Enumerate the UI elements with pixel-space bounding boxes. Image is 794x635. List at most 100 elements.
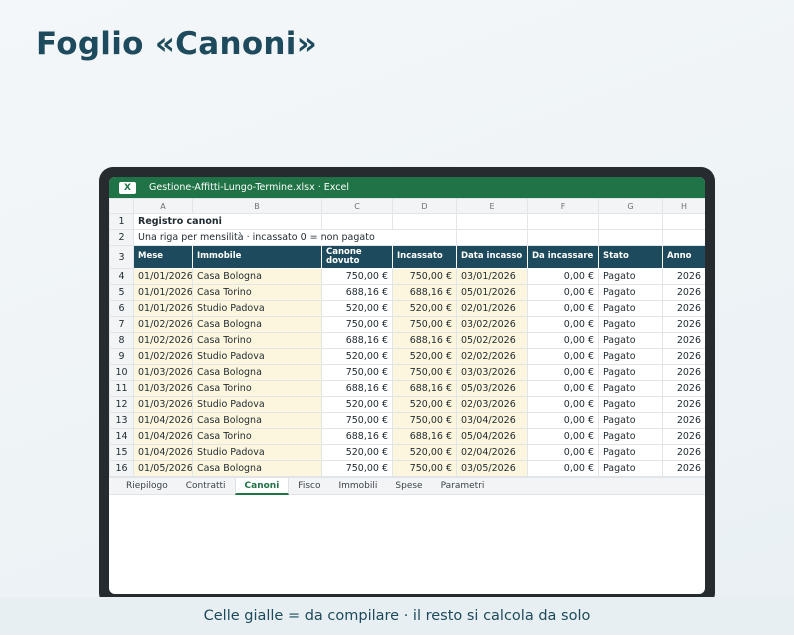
cell-data-incasso[interactable]: 05/04/2026 <box>456 428 528 445</box>
cell-data-incasso[interactable]: 03/03/2026 <box>456 364 528 381</box>
cell-canone-dovuto[interactable]: 520,00 € <box>321 396 393 413</box>
row-number[interactable]: 13 <box>109 412 134 429</box>
cell-mese[interactable]: 01/04/2026 <box>133 412 193 429</box>
cell-mese[interactable]: 01/03/2026 <box>133 380 193 397</box>
cell-stato[interactable]: Pagato <box>598 332 663 349</box>
row-number[interactable]: 7 <box>109 316 134 333</box>
row-number[interactable]: 2 <box>109 229 134 246</box>
cell-canone-dovuto[interactable]: 520,00 € <box>321 348 393 365</box>
cell-mese[interactable]: 01/02/2026 <box>133 332 193 349</box>
cell-data-incasso[interactable]: 05/03/2026 <box>456 380 528 397</box>
cell-incassato[interactable]: 520,00 € <box>392 396 457 413</box>
cell-stato[interactable]: Pagato <box>598 348 663 365</box>
row-number[interactable]: 6 <box>109 300 134 317</box>
cell-da-incassare[interactable]: 0,00 € <box>527 348 599 365</box>
column-header-e[interactable]: E <box>456 198 528 214</box>
cell-data-incasso[interactable]: 02/01/2026 <box>456 300 528 317</box>
row-number[interactable]: 4 <box>109 268 134 285</box>
cell-incassato[interactable]: 750,00 € <box>392 460 457 477</box>
cell[interactable] <box>456 213 528 230</box>
column-header-h[interactable]: H <box>662 198 705 214</box>
cell-anno[interactable]: 2026 <box>662 348 705 365</box>
cell-mese[interactable]: 01/03/2026 <box>133 396 193 413</box>
cell-incassato[interactable]: 688,16 € <box>392 332 457 349</box>
cell-data-incasso[interactable]: 05/01/2026 <box>456 284 528 301</box>
header-canone-dovuto[interactable]: Canone dovuto <box>321 245 393 269</box>
row-number[interactable]: 8 <box>109 332 134 349</box>
cell-incassato[interactable]: 750,00 € <box>392 412 457 429</box>
header-immobile[interactable]: Immobile <box>192 245 322 269</box>
cell-immobile[interactable]: Studio Padova <box>192 444 322 461</box>
cell-stato[interactable]: Pagato <box>598 396 663 413</box>
cell-da-incassare[interactable]: 0,00 € <box>527 460 599 477</box>
cell-da-incassare[interactable]: 0,00 € <box>527 444 599 461</box>
cell-data-incasso[interactable]: 02/02/2026 <box>456 348 528 365</box>
tab-contratti[interactable]: Contratti <box>177 478 235 494</box>
cell[interactable] <box>392 213 457 230</box>
column-header-c[interactable]: C <box>321 198 393 214</box>
cell[interactable] <box>456 229 528 246</box>
cell[interactable] <box>598 213 663 230</box>
cell-canone-dovuto[interactable]: 750,00 € <box>321 316 393 333</box>
cell-anno[interactable]: 2026 <box>662 316 705 333</box>
cell-incassato[interactable]: 688,16 € <box>392 284 457 301</box>
cell-mese[interactable]: 01/01/2026 <box>133 284 193 301</box>
cell-immobile[interactable]: Casa Torino <box>192 332 322 349</box>
cell-anno[interactable]: 2026 <box>662 380 705 397</box>
cell[interactable] <box>598 229 663 246</box>
cell-canone-dovuto[interactable]: 750,00 € <box>321 364 393 381</box>
cell-data-incasso[interactable]: 02/03/2026 <box>456 396 528 413</box>
cell-immobile[interactable]: Casa Bologna <box>192 412 322 429</box>
cell-mese[interactable]: 01/02/2026 <box>133 316 193 333</box>
tab-riepilogo[interactable]: Riepilogo <box>117 478 177 494</box>
select-all-corner[interactable] <box>109 198 134 214</box>
cell-mese[interactable]: 01/03/2026 <box>133 364 193 381</box>
tab-spese[interactable]: Spese <box>386 478 431 494</box>
tab-immobili[interactable]: Immobili <box>329 478 386 494</box>
cell-canone-dovuto[interactable]: 520,00 € <box>321 300 393 317</box>
cell-stato[interactable]: Pagato <box>598 460 663 477</box>
cell-data-incasso[interactable]: 05/02/2026 <box>456 332 528 349</box>
row-number[interactable]: 9 <box>109 348 134 365</box>
cell-stato[interactable]: Pagato <box>598 300 663 317</box>
cell-incassato[interactable]: 688,16 € <box>392 380 457 397</box>
cell-anno[interactable]: 2026 <box>662 444 705 461</box>
cell-anno[interactable]: 2026 <box>662 284 705 301</box>
cell-immobile[interactable]: Casa Torino <box>192 284 322 301</box>
cell-da-incassare[interactable]: 0,00 € <box>527 300 599 317</box>
header-mese[interactable]: Mese <box>133 245 193 269</box>
row-number[interactable]: 15 <box>109 444 134 461</box>
row-number[interactable]: 14 <box>109 428 134 445</box>
cell[interactable] <box>662 213 705 230</box>
header-anno[interactable]: Anno <box>662 245 705 269</box>
cell-canone-dovuto[interactable]: 688,16 € <box>321 428 393 445</box>
cell-immobile[interactable]: Studio Padova <box>192 300 322 317</box>
cell-da-incassare[interactable]: 0,00 € <box>527 284 599 301</box>
row-number[interactable]: 5 <box>109 284 134 301</box>
cell-da-incassare[interactable]: 0,00 € <box>527 316 599 333</box>
cell-incassato[interactable]: 750,00 € <box>392 268 457 285</box>
cell-stato[interactable]: Pagato <box>598 412 663 429</box>
cell-stato[interactable]: Pagato <box>598 380 663 397</box>
cell-canone-dovuto[interactable]: 750,00 € <box>321 412 393 429</box>
cell-da-incassare[interactable]: 0,00 € <box>527 364 599 381</box>
row-number[interactable]: 16 <box>109 460 134 477</box>
cell-immobile[interactable]: Casa Torino <box>192 380 322 397</box>
cell-mese[interactable]: 01/01/2026 <box>133 300 193 317</box>
cell-anno[interactable]: 2026 <box>662 428 705 445</box>
tab-parametri[interactable]: Parametri <box>432 478 494 494</box>
cell-canone-dovuto[interactable]: 750,00 € <box>321 460 393 477</box>
row-number[interactable]: 1 <box>109 213 134 230</box>
cell-canone-dovuto[interactable]: 750,00 € <box>321 268 393 285</box>
cell-stato[interactable]: Pagato <box>598 316 663 333</box>
cell-incassato[interactable]: 520,00 € <box>392 348 457 365</box>
cell-immobile[interactable]: Casa Torino <box>192 428 322 445</box>
cell-mese[interactable]: 01/05/2026 <box>133 460 193 477</box>
cell-stato[interactable]: Pagato <box>598 284 663 301</box>
column-header-g[interactable]: G <box>598 198 663 214</box>
cell-mese[interactable]: 01/01/2026 <box>133 268 193 285</box>
cell[interactable] <box>321 213 393 230</box>
cell-anno[interactable]: 2026 <box>662 396 705 413</box>
sheet-subtitle-cell[interactable]: Una riga per mensilità · incassato 0 = n… <box>133 229 457 246</box>
cell-da-incassare[interactable]: 0,00 € <box>527 332 599 349</box>
